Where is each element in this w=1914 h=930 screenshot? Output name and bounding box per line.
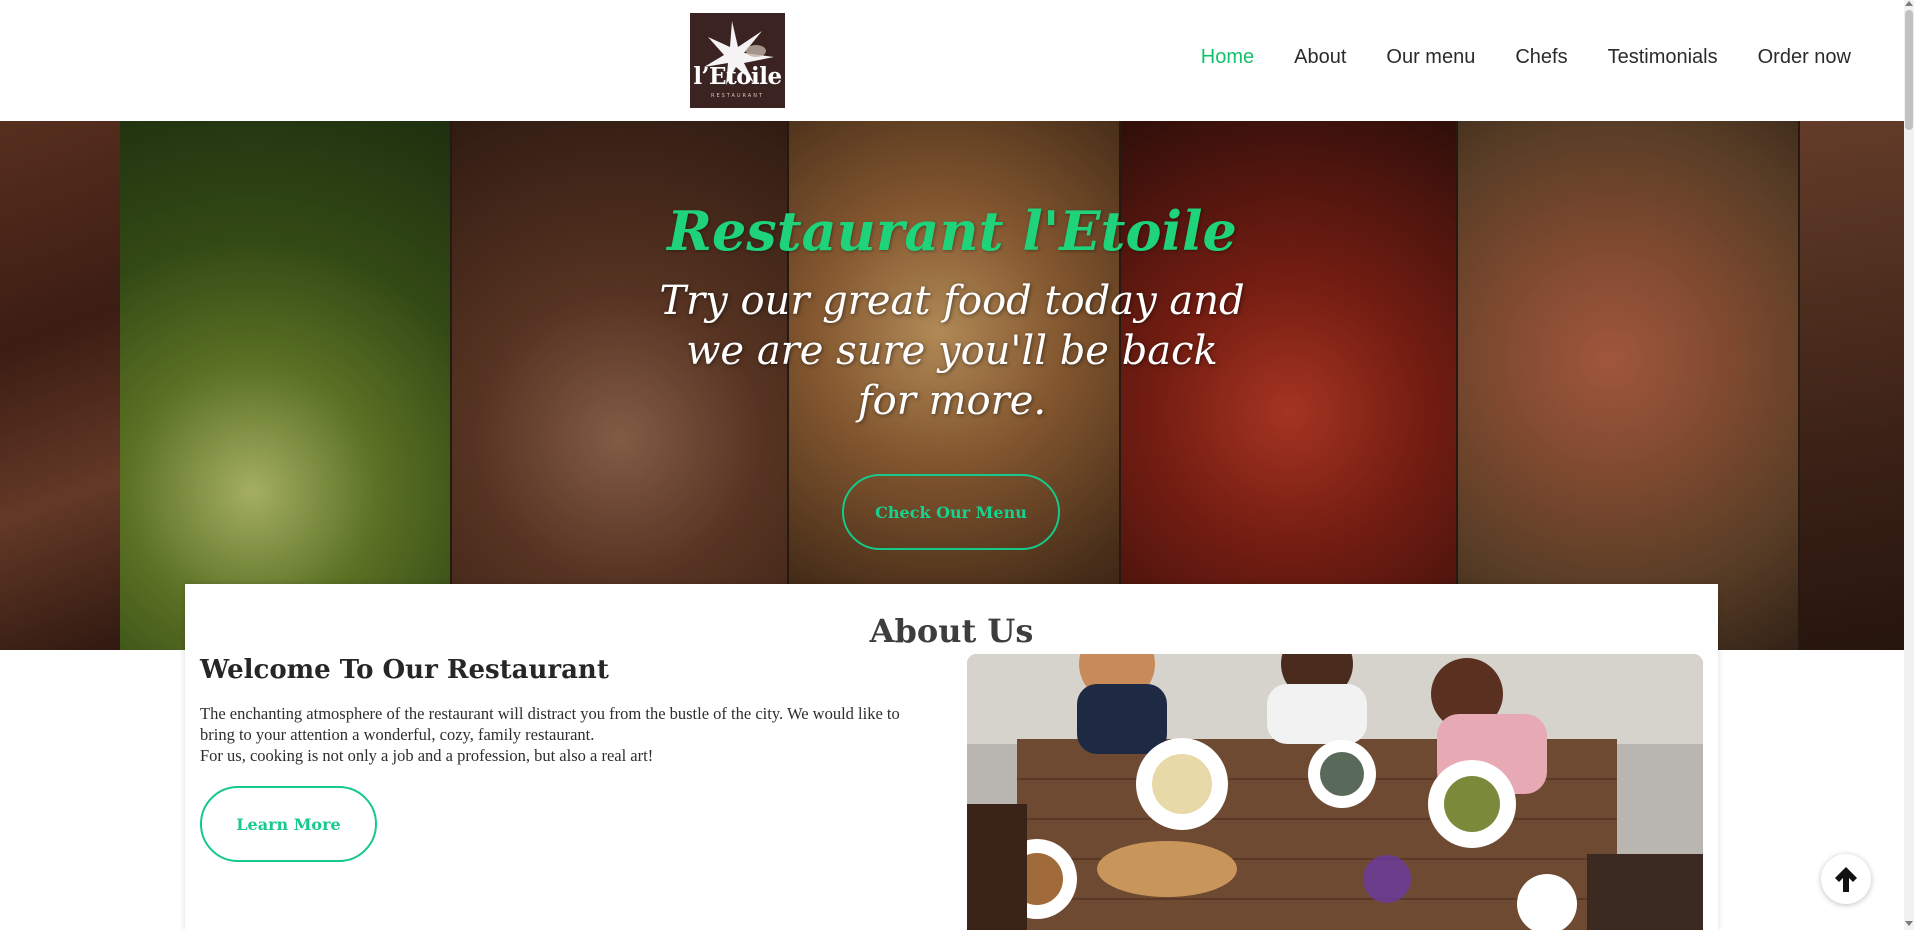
- logo-subtitle: RESTAURANT: [710, 93, 765, 99]
- check-menu-button[interactable]: Check Our Menu: [842, 474, 1060, 550]
- page-scrollbar[interactable]: [1904, 0, 1914, 930]
- about-paragraph-2: For us, cooking is not only a job and a …: [200, 746, 654, 765]
- hero-title: Restaurant l'Etoile: [667, 199, 1237, 263]
- scrollbar-up-arrow[interactable]: [1905, 1, 1913, 6]
- hero-subtitle: Try our great food today and we are sure…: [659, 278, 1245, 424]
- about-text: The enchanting atmosphere of the restaur…: [200, 703, 920, 766]
- main-nav: Home About Our menu Chefs Testimonials O…: [1201, 46, 1851, 69]
- about-title: About Us: [869, 612, 1034, 650]
- dining-table-illustration: [967, 654, 1703, 930]
- logo[interactable]: l’Etoile RESTAURANT: [690, 13, 785, 108]
- navbar: l’Etoile RESTAURANT Home About Our menu …: [0, 0, 1904, 121]
- logo-text: l’Etoile: [693, 63, 782, 90]
- nav-item-about[interactable]: About: [1294, 46, 1346, 69]
- nav-item-testimonials[interactable]: Testimonials: [1608, 46, 1718, 69]
- hero-section: Restaurant l'Etoile Try our great food t…: [0, 121, 1904, 650]
- about-photo: [967, 654, 1703, 930]
- about-section: About Us Welcome To Our Restaurant The e…: [185, 584, 1718, 930]
- welcome-heading: Welcome To Our Restaurant: [200, 655, 609, 685]
- scrollbar-down-arrow[interactable]: [1905, 921, 1913, 926]
- arrow-up-icon: [1835, 867, 1857, 892]
- nav-item-home[interactable]: Home: [1201, 46, 1254, 69]
- nav-item-order-now[interactable]: Order now: [1758, 46, 1851, 69]
- scrollbar-thumb[interactable]: [1905, 10, 1913, 130]
- learn-more-button[interactable]: Learn More: [200, 786, 377, 862]
- nav-item-chefs[interactable]: Chefs: [1515, 46, 1567, 69]
- about-paragraph-1: The enchanting atmosphere of the restaur…: [200, 704, 900, 744]
- nav-item-our-menu[interactable]: Our menu: [1386, 46, 1475, 69]
- scroll-to-top-button[interactable]: [1821, 854, 1871, 904]
